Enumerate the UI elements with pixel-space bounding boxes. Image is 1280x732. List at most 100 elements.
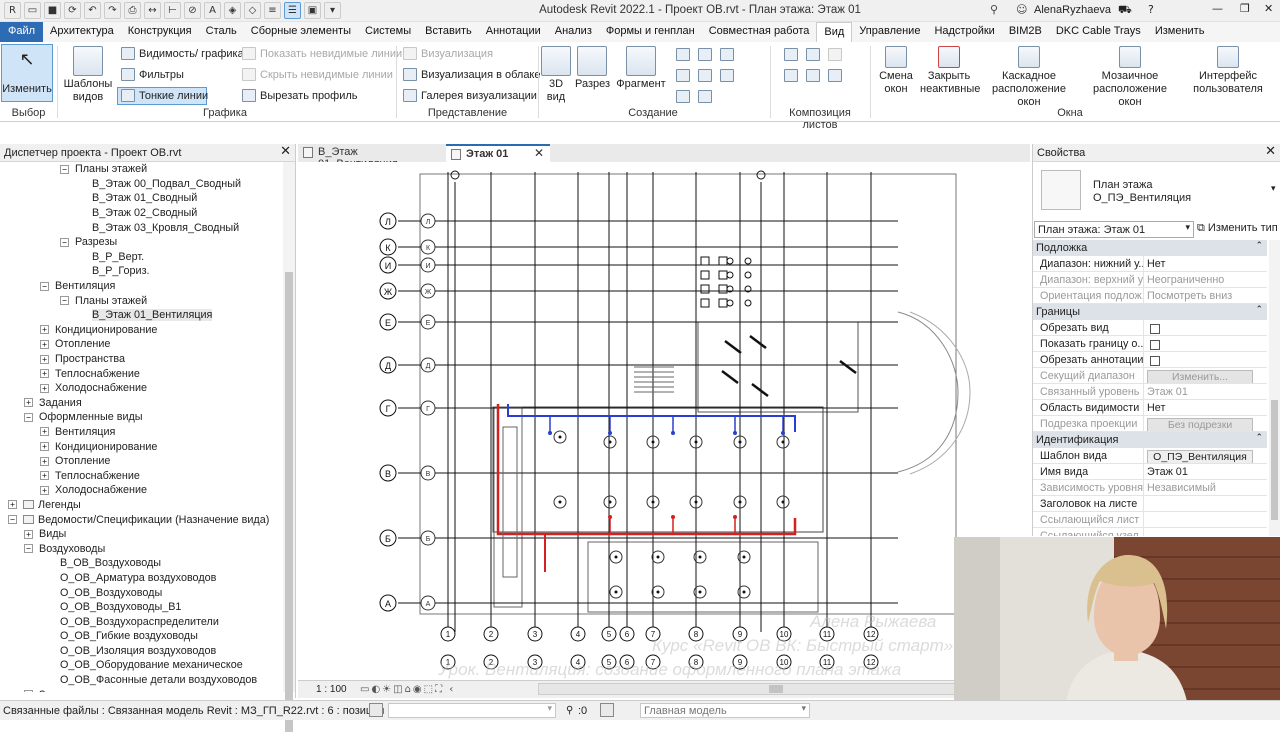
tree-leaf[interactable]: В_ОВ_Воздуховоды (0, 556, 282, 571)
tree-node[interactable]: − Планы этажей (0, 293, 282, 308)
visibility-graphics-button[interactable]: Видимость/ графика (121, 47, 244, 60)
tree-leaf[interactable]: О_ОВ_Воздуховоды_В1 (0, 600, 282, 615)
tab-menu-1[interactable]: Архитектура (43, 22, 121, 42)
tree-leaf[interactable]: О_ОВ_Изоляция воздуховодов (0, 644, 282, 659)
property-button[interactable]: О_ПЭ_Вентиляция (1147, 450, 1253, 463)
open-icon[interactable]: ▭ (24, 2, 41, 19)
title-block-icon[interactable] (828, 48, 842, 61)
property-value[interactable] (1143, 320, 1267, 335)
project-browser-scrollbar[interactable] (283, 162, 295, 732)
property-group[interactable]: Подложка ⌃ (1033, 240, 1267, 256)
print-icon[interactable]: ⎙ (124, 2, 141, 19)
render-button[interactable]: Визуализация (403, 47, 493, 60)
floor-plan-drawing[interactable]: Л ЛК КИ ИЖ ЖЕ ЕД ДГ ГВ ВБ БА А11223344556677889910… (298, 162, 1030, 680)
modify-button[interactable]: ↖ Изменить (1, 44, 53, 102)
tab-menu-9[interactable]: Формы и генплан (599, 22, 702, 42)
close-icon[interactable]: ✕ (280, 144, 291, 159)
tab-menu-15[interactable]: DKC Cable Trays (1049, 22, 1148, 42)
tree-node[interactable]: + Кондиционирование (0, 323, 282, 338)
tab-menu-16[interactable]: Изменить (1148, 22, 1212, 42)
close-window-icon[interactable]: ✕ (1264, 2, 1273, 15)
instance-selector[interactable]: План этажа: Этаж 01 ▾ (1034, 221, 1194, 238)
close-inactive-button[interactable]: Закрыть неактивные (920, 46, 980, 96)
expand-icon[interactable]: + (40, 369, 49, 379)
align-dimension-icon[interactable]: ⊢ (164, 2, 181, 19)
scale-selector[interactable]: 1 : 100 (316, 684, 347, 695)
expand-icon[interactable]: + (40, 354, 49, 364)
help-icon[interactable]: ? (1148, 3, 1154, 16)
cut-profile-button[interactable]: Вырезать профиль (242, 89, 358, 102)
view-control-icons[interactable]: ▭◐☀◫⌂◉⬚⛶ ‹ (360, 684, 455, 695)
expand-icon[interactable]: + (40, 325, 49, 335)
tree-node[interactable]: + Холодоснабжение (0, 381, 282, 396)
collapse-icon[interactable]: − (40, 281, 49, 291)
checkbox[interactable] (1150, 324, 1160, 334)
collapse-icon[interactable]: − (24, 544, 33, 554)
collapse-icon[interactable]: − (60, 237, 69, 247)
expand-icon[interactable]: + (40, 456, 49, 466)
text-icon[interactable]: A (204, 2, 221, 19)
dropdown-icon[interactable]: ▾ (324, 2, 341, 19)
binoculars-icon[interactable]: ⚲ (990, 3, 998, 16)
measure-icon[interactable]: ↔ (144, 2, 161, 19)
tab-menu-14[interactable]: BIM2B (1002, 22, 1049, 42)
tree-node[interactable]: + Вентиляция (0, 425, 282, 440)
show-hidden-lines-button[interactable]: Показать невидимые линии (242, 47, 402, 60)
filters-button[interactable]: Фильтры (121, 68, 184, 81)
scrollbar-thumb[interactable] (285, 272, 293, 732)
expand-icon[interactable]: + (40, 485, 49, 495)
selection-filter-icon[interactable]: ⚲ (566, 705, 573, 716)
thin-lines-button[interactable]: Тонкие линии (121, 89, 208, 102)
drawing-canvas[interactable]: Л Л К К И И Ж Ж Е Е Д Д Г Г В В Б Б А А 1 1 2 2 3 3 4 4 5 5 6 6 7 7 8 8 9 9 10… (298, 162, 1030, 680)
user-interface-button[interactable]: Интерфейс пользователя (1192, 46, 1264, 96)
property-value[interactable]: О_ПЭ_Вентиляция (1143, 448, 1267, 463)
tree-node[interactable]: − Вентиляция (0, 279, 282, 294)
save-icon[interactable]: ■ (44, 2, 61, 19)
collapse-group-icon[interactable]: ⌃ (1255, 305, 1263, 315)
tree-leaf[interactable]: В_Этаж 03_Кровля_Сводный (0, 220, 282, 235)
render-gallery-button[interactable]: Галерея визуализации (403, 89, 537, 102)
sheet-index-icon[interactable] (698, 90, 712, 103)
expand-icon[interactable]: + (40, 427, 49, 437)
checkbox[interactable] (1150, 340, 1160, 350)
tab-menu-4[interactable]: Сборные элементы (244, 22, 358, 42)
collapse-icon[interactable]: − (8, 515, 17, 525)
property-value[interactable]: Этаж 01 (1143, 464, 1267, 479)
expand-icon[interactable]: + (24, 690, 33, 692)
tree-node[interactable]: + Легенды (0, 498, 282, 513)
property-value[interactable] (1143, 496, 1267, 511)
tree-leaf[interactable]: В_Этаж 00_Подвал_Сводный (0, 177, 282, 192)
view-3d-button[interactable]: 3D вид (540, 46, 572, 104)
horizontal-scrollbar[interactable] (538, 683, 1018, 695)
type-selector[interactable]: План этажа О_ПЭ_Вентиляция ▾ (1033, 162, 1280, 220)
switch-windows-icon[interactable]: ▣ (304, 2, 321, 19)
tree-leaf[interactable]: В_Р_Гориз. (0, 264, 282, 279)
tree-node[interactable]: + Теплоснабжение (0, 468, 282, 483)
property-button[interactable]: Без подрезки (1147, 418, 1253, 431)
tab-menu-2[interactable]: Конструкция (121, 22, 199, 42)
tree-node[interactable]: − Оформленные виды (0, 410, 282, 425)
duplicate-view-icon[interactable] (676, 69, 690, 82)
redo-icon[interactable]: ↷ (104, 2, 121, 19)
tree-node[interactable]: + Пространства (0, 352, 282, 367)
drafting-view-icon[interactable] (720, 48, 734, 61)
collapse-icon[interactable]: − (60, 164, 69, 174)
design-options-icon[interactable] (600, 703, 614, 717)
tab-menu-6[interactable]: Вставить (418, 22, 479, 42)
collapse-icon[interactable]: − (24, 412, 33, 422)
tree-leaf[interactable]: О_ОВ_Гибкие воздуховоды (0, 629, 282, 644)
tree-leaf[interactable]: О_ОВ_Фасонные детали воздуховодов (0, 673, 282, 688)
tab-menu-3[interactable]: Сталь (199, 22, 244, 42)
collapse-group-icon[interactable]: ⌃ (1255, 241, 1263, 251)
revisions-icon[interactable] (784, 69, 798, 82)
property-button[interactable]: Изменить... (1147, 370, 1253, 383)
tree-leaf[interactable]: О_ОВ_Оборудование механическое (0, 658, 282, 673)
tab-floor-01[interactable]: Этаж 01 ✕ (446, 144, 550, 162)
property-value[interactable]: Нет (1143, 400, 1267, 415)
restore-icon[interactable]: ❐ (1240, 2, 1250, 15)
expand-icon[interactable]: + (40, 471, 49, 481)
sheet-icon[interactable] (784, 48, 798, 61)
view-templates-button[interactable]: Шаблоны видов (60, 46, 116, 104)
close-tab-icon[interactable]: ✕ (534, 146, 544, 160)
tab-ventilation-view[interactable]: В_Этаж 01_Вентиляция (298, 144, 444, 170)
